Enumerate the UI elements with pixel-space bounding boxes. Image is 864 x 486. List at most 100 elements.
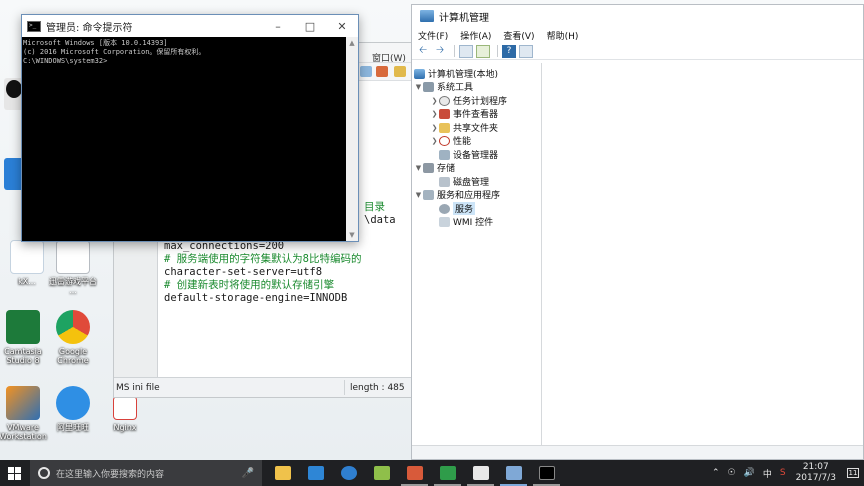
slides-icon xyxy=(406,466,423,480)
cmd-icon xyxy=(538,466,555,480)
taskbar-notepad[interactable] xyxy=(365,460,398,486)
scroll-down-icon[interactable]: ▼ xyxy=(346,229,358,241)
maximize-button[interactable]: □ xyxy=(294,15,326,37)
store-icon xyxy=(307,466,324,480)
tree-node-performance[interactable]: ❯ 性能 xyxy=(430,134,471,147)
network-icon[interactable]: ☉ xyxy=(728,468,736,478)
menu-help[interactable]: 帮助(H) xyxy=(547,29,579,42)
cmd-icon xyxy=(27,20,41,32)
tree-node-task-scheduler[interactable]: ❯ 任务计划程序 xyxy=(430,94,507,107)
help-icon[interactable]: ? xyxy=(502,44,516,58)
desktop-icon-xunlei[interactable]: 迅雷游戏平台 ... xyxy=(46,240,100,295)
taskbar-store[interactable] xyxy=(299,460,332,486)
taskbar-slides[interactable] xyxy=(398,460,431,486)
close-button[interactable]: ✕ xyxy=(326,15,358,37)
chevron-right-icon[interactable]: ❯ xyxy=(430,137,439,145)
edge-icon xyxy=(340,466,357,480)
minimize-button[interactable]: – xyxy=(262,15,294,37)
taskbar: 在这里输入你要搜索的内容 🎤 ⌃ ☉ 🔊 中 S 21:07 2017/7/3 … xyxy=(0,460,864,486)
document-icon xyxy=(56,240,90,274)
desktop-icon-label: Google Chrome xyxy=(57,347,89,365)
cmd-console[interactable]: Microsoft Windows [版本 10.0.14393] (c) 20… xyxy=(22,37,346,241)
desktop-icon-label: 迅雷游戏平台 ... xyxy=(49,277,97,295)
command-prompt-window[interactable]: 管理员: 命令提示符 – □ ✕ Microsoft Windows [版本 1… xyxy=(21,14,359,242)
tree-node-root[interactable]: 计算机管理(本地) xyxy=(414,67,498,80)
chevron-right-icon[interactable]: ❯ xyxy=(430,97,439,105)
system-tray: ⌃ ☉ 🔊 中 S 21:07 2017/7/3 11 xyxy=(708,460,864,486)
tree-node-shared-folders[interactable]: ❯ 共享文件夹 xyxy=(430,121,498,134)
compmgmt-menubar: 文件(F) 操作(A) 查看(V) 帮助(H) xyxy=(412,27,863,43)
tree-node-services-apps[interactable]: ▼ 服务和应用程序 xyxy=(414,188,500,201)
kx-icon xyxy=(10,240,44,274)
folder-icon xyxy=(274,466,291,480)
desktop-icon-wangwang[interactable]: 阿里旺旺 xyxy=(46,386,100,432)
chevron-down-icon[interactable]: ▼ xyxy=(414,164,423,172)
compmgmt-titlebar[interactable]: 计算机管理 xyxy=(412,5,863,27)
cmd-titlebar[interactable]: 管理员: 命令提示符 – □ ✕ xyxy=(22,15,358,37)
tree-node-system-tools[interactable]: ▼ 系统工具 xyxy=(414,80,473,93)
desktop-icon-vmware[interactable]: VMware Workstation xyxy=(0,386,50,441)
computer-management-icon xyxy=(505,466,522,480)
cmd-scrollbar[interactable]: ▲ ▼ xyxy=(346,37,358,241)
file-length-label: length : 485 xyxy=(350,383,405,393)
scroll-up-icon[interactable]: ▲ xyxy=(346,37,358,49)
ime-indicator[interactable]: 中 xyxy=(763,467,772,480)
computer-management-icon xyxy=(414,68,425,79)
taskbar-computer-management[interactable] xyxy=(497,460,530,486)
tree-node-event-viewer[interactable]: ❯ 事件查看器 xyxy=(430,107,498,120)
wmi-icon xyxy=(439,216,450,227)
menu-view[interactable]: 查看(V) xyxy=(503,29,534,42)
gear-icon xyxy=(439,203,450,214)
computer-management-window[interactable]: 计算机管理 文件(F) 操作(A) 查看(V) 帮助(H) 🡠 🡢 ? 计算机管… xyxy=(411,4,864,460)
services-apps-icon xyxy=(423,189,434,200)
menu-file[interactable]: 文件(F) xyxy=(418,29,448,42)
compmgmt-toolbar: 🡠 🡢 ? xyxy=(412,43,863,60)
show-hidden-icons[interactable]: ⌃ xyxy=(712,468,720,478)
desktop-icon-chrome[interactable]: Google Chrome xyxy=(46,310,100,365)
storage-icon xyxy=(423,162,434,173)
event-viewer-icon xyxy=(439,108,450,119)
taskbar-apps xyxy=(266,460,563,486)
microphone-icon[interactable]: 🎤 xyxy=(242,468,254,479)
chrome-icon xyxy=(56,310,90,344)
desktop-icon-camtasia[interactable]: Camtasia Studio 8 xyxy=(0,310,50,365)
export-icon[interactable] xyxy=(476,44,490,58)
tree-node-storage[interactable]: ▼ 存储 xyxy=(414,161,455,174)
menu-action[interactable]: 操作(A) xyxy=(460,29,491,42)
back-icon[interactable]: 🡠 xyxy=(416,45,430,58)
sogou-ime-icon[interactable]: S xyxy=(780,468,786,478)
taskbar-file-explorer[interactable] xyxy=(266,460,299,486)
clock-date: 2017/7/3 xyxy=(795,473,836,483)
desktop-icon-label: VMware Workstation xyxy=(0,423,47,441)
tree-node-wmi[interactable]: WMI 控件 xyxy=(439,215,493,228)
chevron-right-icon[interactable]: ❯ xyxy=(430,124,439,132)
chevron-right-icon[interactable]: ❯ xyxy=(430,110,439,118)
disk-icon xyxy=(439,176,450,187)
wangwang-icon xyxy=(56,386,90,420)
cmd-title: 管理员: 命令提示符 xyxy=(46,22,133,34)
taskbar-camtasia-recorder[interactable] xyxy=(464,460,497,486)
action-center-button[interactable]: 11 xyxy=(842,460,864,486)
taskbar-cmd[interactable] xyxy=(530,460,563,486)
chevron-down-icon[interactable]: ▼ xyxy=(414,191,423,199)
system-clock[interactable]: 21:07 2017/7/3 xyxy=(796,462,836,484)
camtasia-icon xyxy=(439,466,456,480)
tree-node-disk-management[interactable]: 磁盘管理 xyxy=(439,175,489,188)
chevron-down-icon[interactable]: ▼ xyxy=(414,83,423,91)
taskbar-search[interactable]: 在这里输入你要搜索的内容 🎤 xyxy=(30,460,262,486)
tree-node-services[interactable]: 服务 xyxy=(439,202,476,215)
show-tree-icon[interactable] xyxy=(459,44,473,58)
properties-icon[interactable] xyxy=(519,44,533,58)
find-icon[interactable] xyxy=(360,66,372,77)
tree-node-device-manager[interactable]: 设备管理器 xyxy=(439,148,498,161)
wrap-icon[interactable] xyxy=(394,66,406,77)
volume-icon[interactable]: 🔊 xyxy=(744,468,755,478)
console-line: Microsoft Windows [版本 10.0.14393] xyxy=(23,39,168,47)
taskbar-edge[interactable] xyxy=(332,460,365,486)
start-button[interactable] xyxy=(0,460,28,486)
taskbar-camtasia[interactable] xyxy=(431,460,464,486)
desktop-icon-nginx[interactable]: Nginx xyxy=(98,396,152,432)
forward-icon[interactable]: 🡢 xyxy=(433,45,447,58)
replace-icon[interactable] xyxy=(376,66,388,77)
search-placeholder: 在这里输入你要搜索的内容 xyxy=(56,469,165,480)
